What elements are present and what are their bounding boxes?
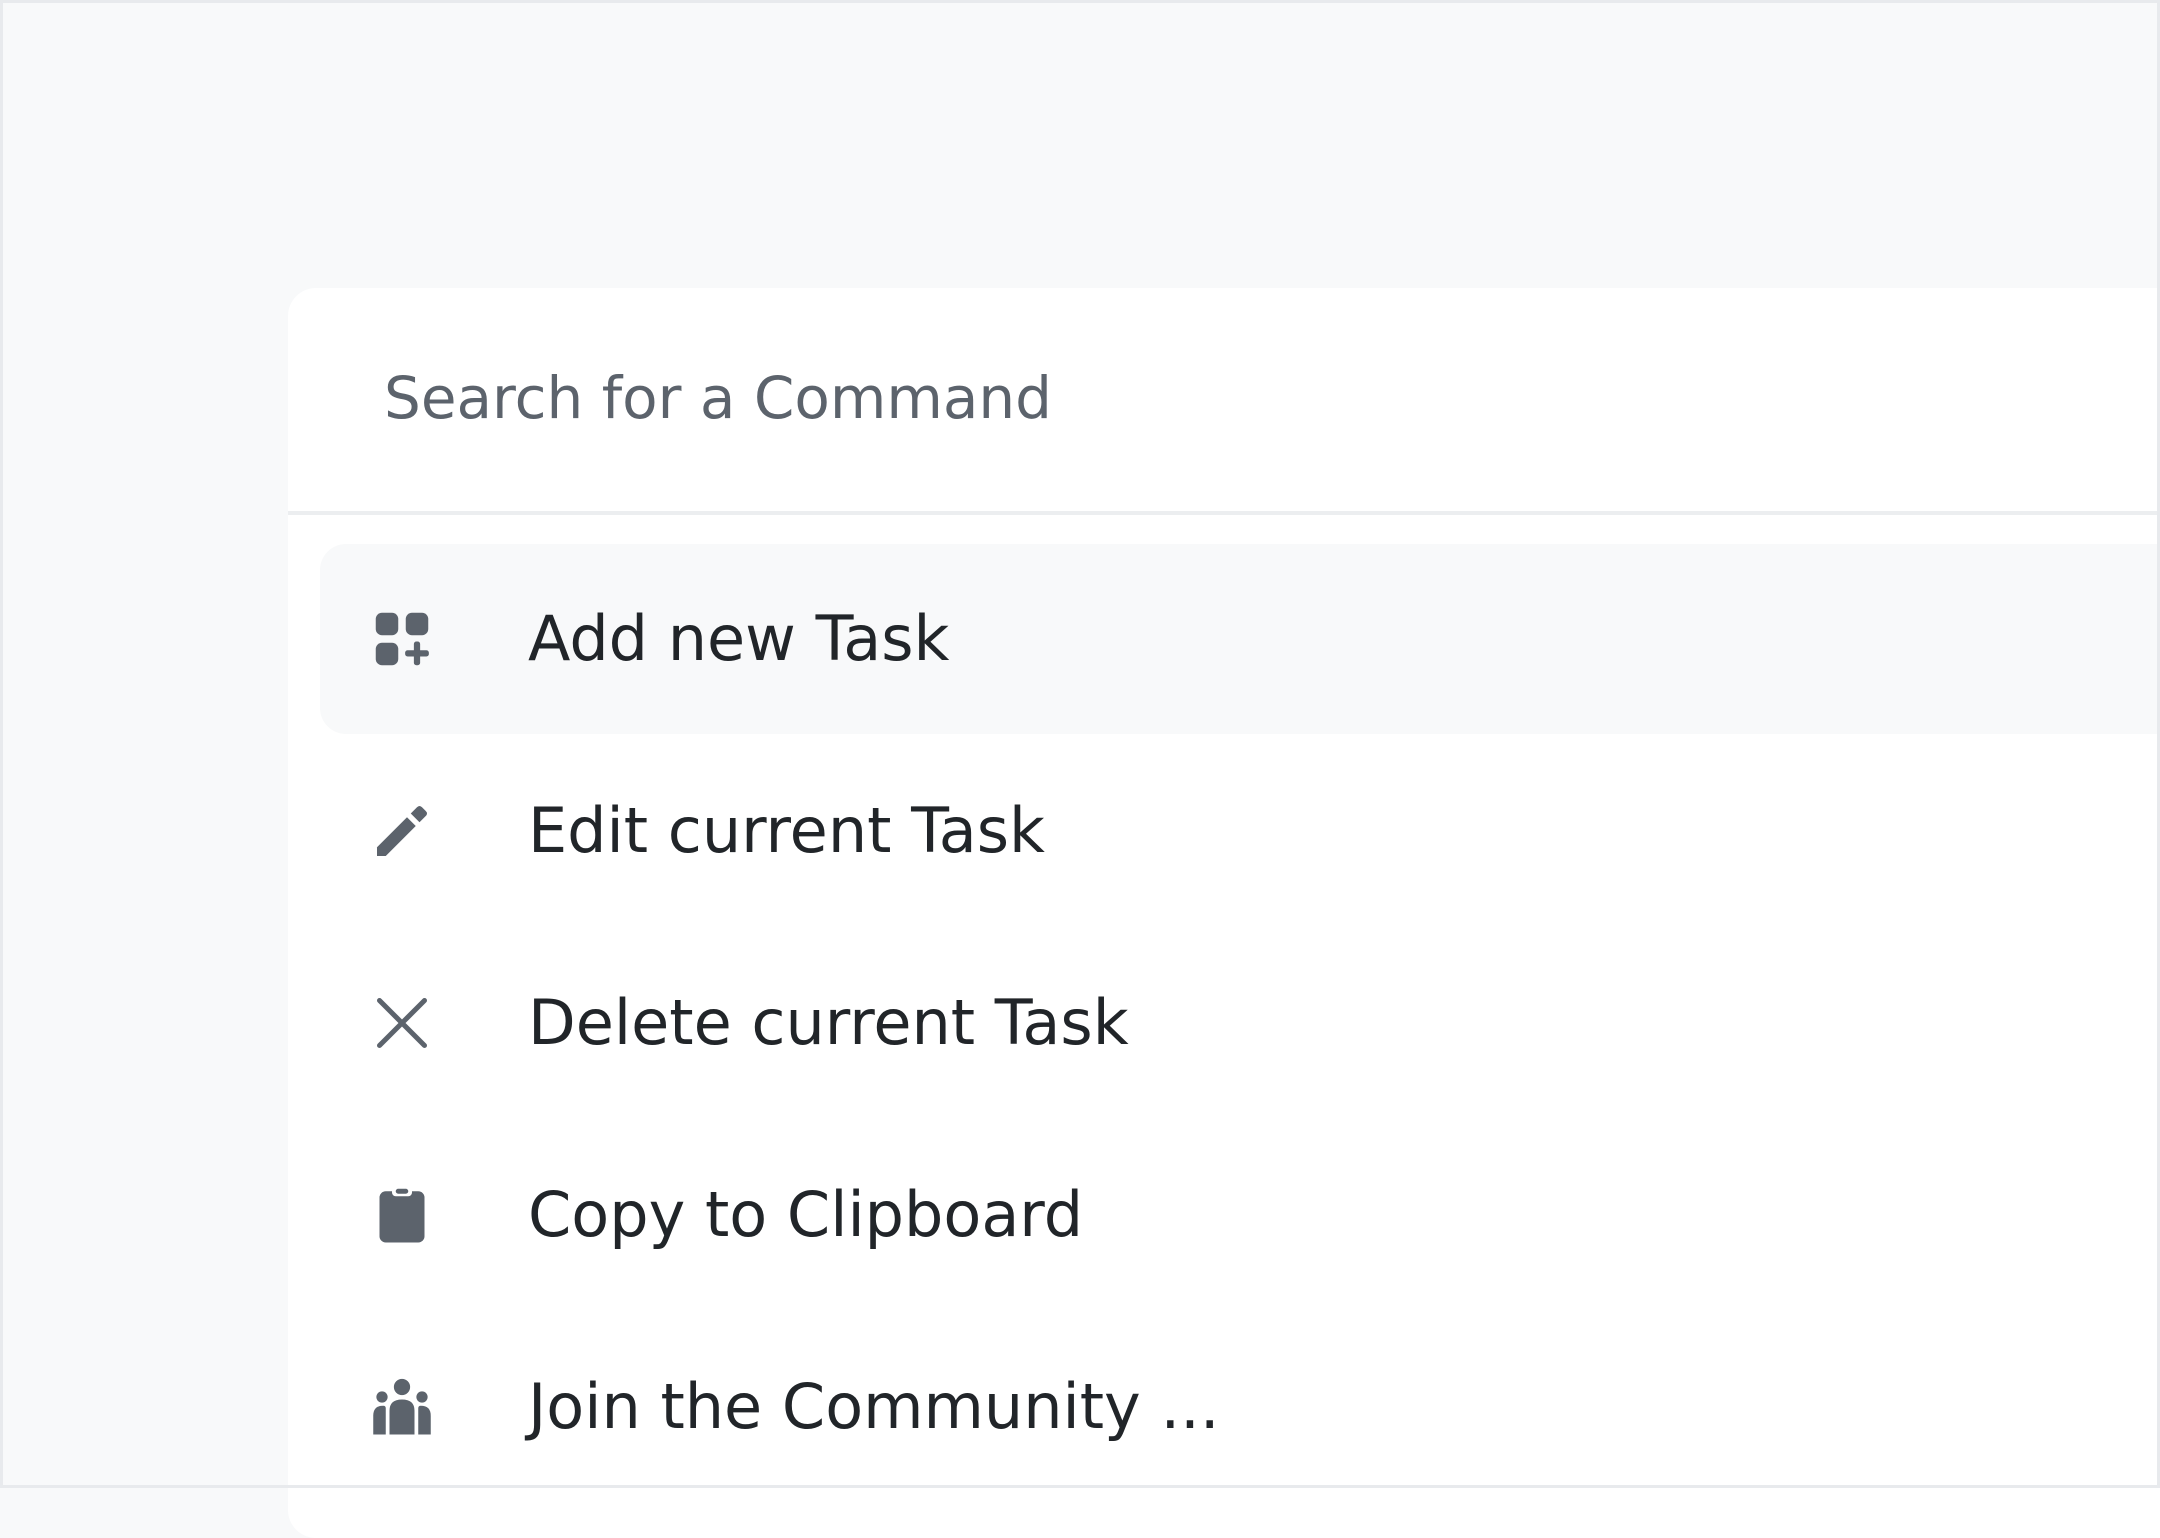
pencil-icon [372, 801, 432, 861]
command-palette: Add new Task Edit current Task Delete cu… [288, 288, 2160, 1538]
command-search-input[interactable] [384, 358, 1884, 438]
search-bar [288, 288, 2160, 515]
command-label: Join the Community ... [528, 1370, 1220, 1443]
command-label: Add new Task [528, 602, 950, 675]
command-delete-current-task[interactable]: Delete current Task [320, 928, 2160, 1118]
command-label: Edit current Task [528, 794, 1045, 867]
command-label: Copy to Clipboard [528, 1178, 1084, 1251]
command-join-community[interactable]: Join the Community ... [320, 1312, 2160, 1502]
command-add-new-task[interactable]: Add new Task [320, 544, 2160, 734]
command-label: Delete current Task [528, 986, 1129, 1059]
community-icon [372, 1377, 432, 1437]
clipboard-icon [372, 1185, 432, 1245]
command-edit-current-task[interactable]: Edit current Task [320, 736, 2160, 926]
command-copy-to-clipboard[interactable]: Copy to Clipboard [320, 1120, 2160, 1310]
apps-add-icon [372, 609, 432, 669]
close-icon [372, 993, 432, 1053]
